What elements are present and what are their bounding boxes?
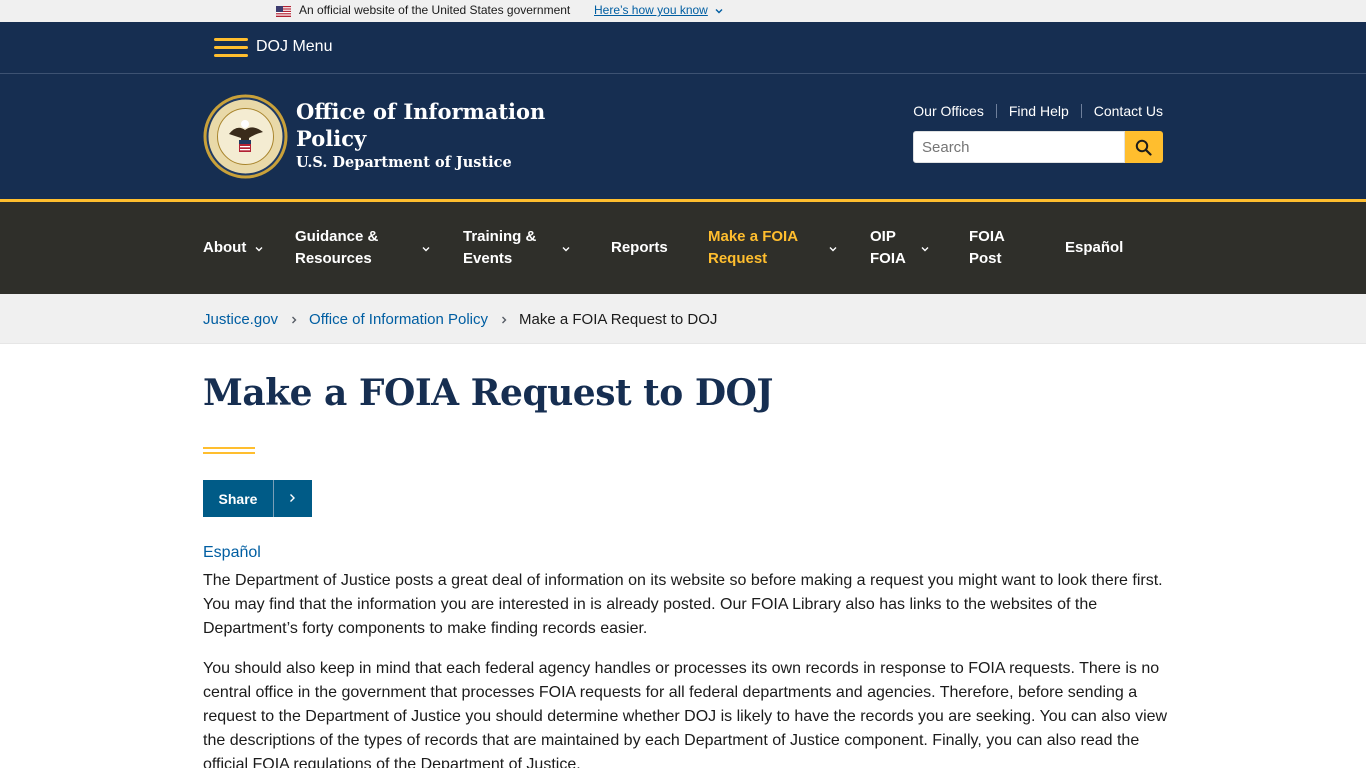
nav-item-oip-foia[interactable]: OIP FOIA (870, 202, 934, 294)
site-header: Office of Information Policy U.S. Depart… (0, 74, 1366, 199)
nav-label: Make a FOIA Request (708, 228, 798, 267)
title-divider (203, 447, 255, 454)
share-button[interactable]: Share (203, 480, 312, 517)
chevron-down-icon[interactable] (561, 244, 571, 254)
nav-label: Reports (611, 239, 668, 256)
breadcrumb-link-oip[interactable]: Office of Information Policy (309, 311, 488, 328)
chevron-down-icon[interactable] (828, 244, 838, 254)
nav-label: Español (1065, 239, 1124, 256)
body-paragraph: You should also keep in mind that each f… (203, 660, 1168, 768)
chevron-down-icon[interactable] (714, 6, 724, 16)
search-icon (1135, 139, 1152, 156)
chevron-right-icon (502, 316, 507, 323)
nav-item-about[interactable]: About (203, 202, 263, 294)
breadcrumb: Justice.gov Office of Information Policy… (0, 294, 1366, 344)
util-link-find-help[interactable]: Find Help (1009, 103, 1069, 119)
nav-item-training-events[interactable]: Training & Events (463, 202, 575, 294)
espanol-link[interactable]: Español (203, 544, 261, 562)
menu-bar: DOJ Menu (0, 22, 1366, 74)
nav-item-guidance-resources[interactable]: Guidance & Resources (295, 202, 435, 294)
doj-menu-label: DOJ Menu (256, 38, 333, 55)
nav-item-reports[interactable]: Reports (611, 202, 668, 294)
gov-banner-text: An official website of the United States… (299, 3, 571, 17)
hamburger-icon[interactable] (214, 35, 248, 59)
search-form (913, 131, 1163, 163)
doj-seal-icon[interactable] (203, 94, 288, 179)
how-you-know-link[interactable]: Here’s how you know (594, 3, 708, 17)
site-title[interactable]: Office of Information Policy (296, 98, 556, 152)
util-link-our-offices[interactable]: Our Offices (913, 103, 984, 119)
us-flag-icon (276, 6, 291, 17)
site-subtitle[interactable]: U.S. Department of Justice (296, 154, 512, 171)
search-button[interactable] (1125, 131, 1163, 163)
chevron-right-icon (290, 494, 295, 502)
nav-label: Guidance & Resources (295, 228, 379, 267)
chevron-down-icon[interactable] (421, 244, 431, 254)
doj-menu-button[interactable]: DOJ Menu (214, 32, 332, 62)
chevron-down-icon[interactable] (254, 244, 264, 254)
nav-label: About (203, 239, 247, 256)
chevron-down-icon[interactable] (920, 244, 930, 254)
nav-item-foia-post[interactable]: FOIA Post (969, 202, 1019, 294)
nav-item-make-foia-request[interactable]: Make a FOIA Request (708, 202, 842, 294)
nav-label: OIP FOIA (870, 228, 906, 267)
divider (1080, 104, 1082, 118)
page-title: Make a FOIA Request to DOJ (203, 372, 773, 414)
gov-banner: An official website of the United States… (0, 0, 1366, 22)
utility-links: Our Offices Find Help Contact Us (913, 103, 1163, 119)
util-link-contact-us[interactable]: Contact Us (1094, 103, 1163, 119)
nav-label: FOIA Post (969, 228, 1005, 267)
intro-paragraph: The Department of Justice posts a great … (203, 572, 1163, 637)
search-input[interactable] (913, 131, 1125, 163)
share-toggle[interactable] (274, 480, 312, 517)
nav-item-espanol[interactable]: Español (1065, 202, 1123, 294)
share-label: Share (203, 480, 274, 517)
nav-label: Training & Events (463, 228, 537, 267)
breadcrumb-link-justice-gov[interactable]: Justice.gov (203, 311, 278, 328)
breadcrumb-current: Make a FOIA Request to DOJ (519, 311, 718, 328)
chevron-right-icon (292, 316, 297, 323)
primary-nav: About Guidance & Resources Training & Ev… (0, 199, 1366, 294)
divider (995, 104, 997, 118)
